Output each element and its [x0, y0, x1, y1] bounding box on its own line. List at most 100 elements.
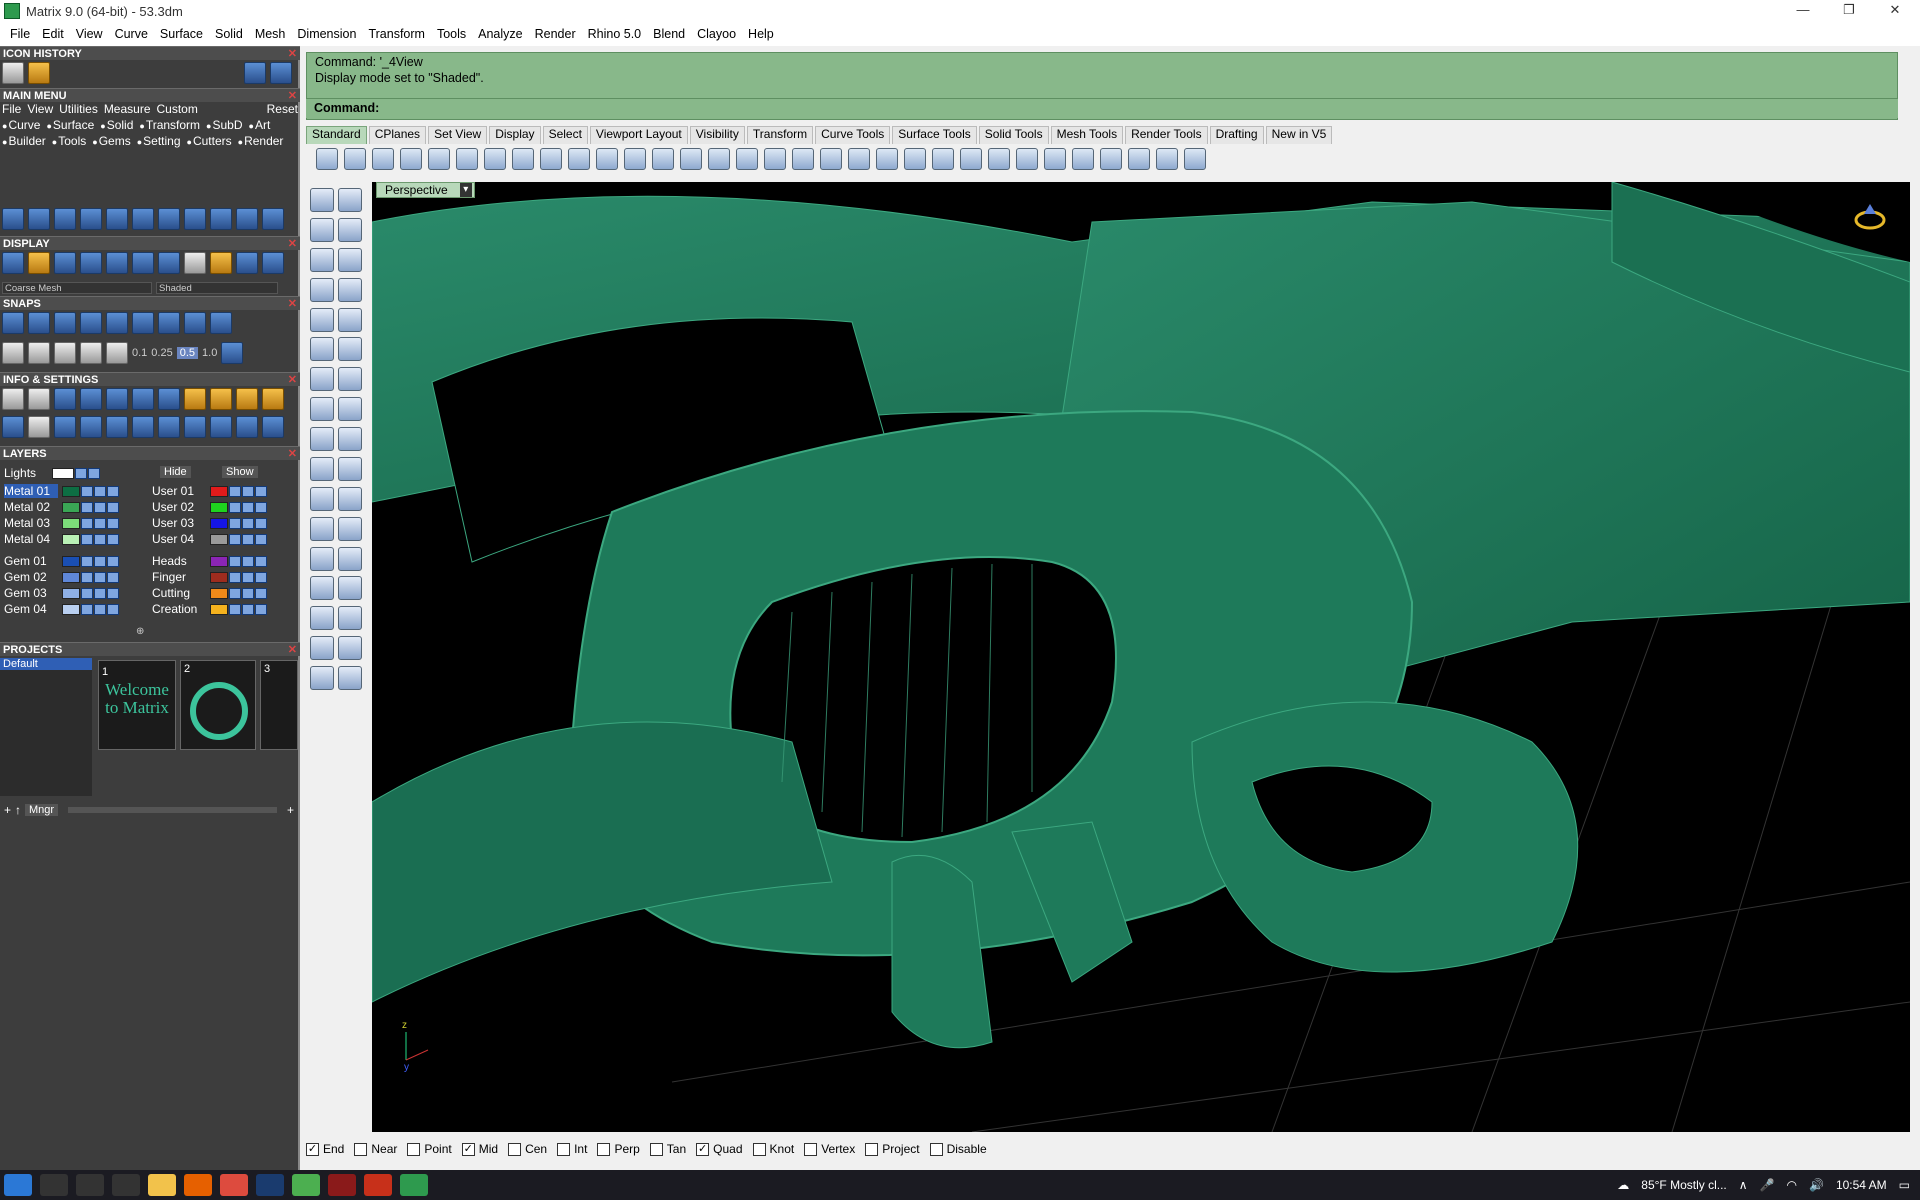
checkbox-icon[interactable]: ✓ [696, 1142, 710, 1156]
layer-row[interactable]: Metal 01 [4, 484, 119, 498]
menu-surface-item[interactable]: Surface [46, 118, 94, 132]
up-project-icon[interactable]: ↑ [15, 803, 21, 817]
spline-icon[interactable] [54, 208, 76, 230]
osnap-cen[interactable]: Cen [508, 1142, 547, 1156]
menu-render-item[interactable]: Render [238, 134, 283, 148]
layer-row[interactable]: User 02 [152, 500, 267, 514]
light-sphere-icon[interactable] [184, 252, 206, 274]
close-icon[interactable]: ✕ [288, 447, 297, 461]
help-icon[interactable] [1184, 148, 1206, 170]
layer-row[interactable]: Heads [152, 554, 267, 568]
expand-icon[interactable]: ⊕ [136, 626, 150, 637]
print-icon[interactable] [400, 148, 422, 170]
close-icon[interactable]: ✕ [1872, 0, 1918, 22]
snap-ortho-icon[interactable] [132, 312, 154, 334]
layer-color-swatch[interactable] [62, 502, 80, 514]
pipe-icon[interactable] [310, 636, 334, 661]
layer-color-swatch[interactable] [62, 572, 80, 584]
snap-cross-icon[interactable] [54, 312, 76, 334]
layer-color-swatch[interactable] [210, 588, 228, 600]
polyline-icon[interactable] [310, 217, 334, 242]
gem-display-icon[interactable] [106, 252, 128, 274]
osnap-project[interactable]: Project [865, 1142, 920, 1156]
layer-select-icon[interactable] [255, 604, 267, 616]
save-icon[interactable] [372, 148, 394, 170]
layer-row[interactable]: Metal 03 [4, 516, 119, 530]
display-settings-icon[interactable] [132, 252, 154, 274]
firefox-icon[interactable] [184, 1174, 212, 1196]
tab-curve-tools[interactable]: Curve Tools [815, 126, 891, 144]
main-menu-reset[interactable]: Reset [267, 102, 298, 116]
close-icon[interactable]: ✕ [288, 297, 297, 311]
named-view-icon[interactable] [236, 416, 258, 438]
layer-color-swatch[interactable] [210, 534, 228, 546]
layer-select-icon[interactable] [255, 502, 267, 514]
checkbox-icon[interactable]: ✓ [461, 1142, 475, 1156]
cylinder-icon[interactable] [310, 397, 334, 422]
blue-sphere-icon[interactable] [1072, 148, 1094, 170]
manager-button[interactable]: Mngr [25, 804, 59, 816]
layer-visible-icon[interactable] [94, 556, 106, 568]
tab-standard[interactable]: Standard [306, 126, 367, 144]
tab-render-tools[interactable]: Render Tools [1125, 126, 1208, 144]
polygon-icon[interactable] [310, 277, 334, 302]
snap-near-icon[interactable] [106, 312, 128, 334]
layer-lock-icon[interactable] [229, 534, 241, 546]
project-thumb-1[interactable]: 1 Welcome to Matrix [98, 660, 176, 750]
project-default[interactable]: Default [0, 658, 92, 670]
rotate-view-icon[interactable] [736, 148, 758, 170]
box-icon[interactable] [310, 367, 334, 392]
render-settings-icon[interactable] [236, 388, 258, 410]
cut-icon[interactable] [456, 148, 478, 170]
snap-center-icon[interactable] [158, 312, 180, 334]
layer-row[interactable]: Metal 04 [4, 532, 119, 546]
projects-scrollbar[interactable] [68, 807, 277, 813]
menu-tools-item[interactable]: Tools [52, 134, 86, 148]
layer-color-swatch[interactable] [210, 604, 228, 616]
settings-icon[interactable] [1128, 148, 1150, 170]
search-icon[interactable] [40, 1174, 68, 1196]
show-button[interactable]: Show [222, 466, 258, 478]
notes-icon[interactable] [158, 416, 180, 438]
menu-file[interactable]: File [4, 27, 36, 41]
environment-icon[interactable] [262, 388, 284, 410]
table-icon[interactable] [338, 606, 362, 631]
layer-row[interactable]: Gem 02 [4, 570, 119, 584]
menu-surface[interactable]: Surface [154, 27, 209, 41]
snap-point-icon[interactable] [80, 312, 102, 334]
layer-visible-icon[interactable] [242, 572, 254, 584]
matrix-icon[interactable] [400, 1174, 428, 1196]
layer-color-swatch[interactable] [62, 556, 80, 568]
arrow-left-icon[interactable] [244, 62, 266, 84]
layer-color-swatch[interactable] [210, 486, 228, 498]
menu-transform[interactable]: Transform [362, 27, 431, 41]
pen-icon[interactable] [54, 342, 76, 364]
lamp-icon[interactable] [1100, 148, 1122, 170]
checkbox-icon[interactable] [407, 1142, 421, 1156]
menu-cutters-item[interactable]: Cutters [187, 134, 232, 148]
mirror-icon[interactable] [338, 486, 362, 511]
layers-icon[interactable] [960, 148, 982, 170]
osnap-end[interactable]: ✓ End [306, 1142, 344, 1156]
lock-icon[interactable] [932, 148, 954, 170]
tab-set-view[interactable]: Set View [428, 126, 488, 144]
osnap-disable[interactable]: Disable [929, 1142, 987, 1156]
shape-icon[interactable] [132, 208, 154, 230]
four-view-icon[interactable] [764, 148, 786, 170]
fillet-icon[interactable] [310, 486, 334, 511]
add-icon[interactable]: + [287, 803, 294, 817]
column-icon[interactable] [80, 208, 102, 230]
select-icon[interactable] [310, 188, 334, 212]
menu-analyze[interactable]: Analyze [472, 27, 528, 41]
tab-surface-tools[interactable]: Surface Tools [892, 126, 977, 144]
layer-visible-icon[interactable] [242, 518, 254, 530]
file-explorer-icon[interactable] [148, 1174, 176, 1196]
main-menu-file[interactable]: File [2, 102, 21, 116]
tab-mesh-tools[interactable]: Mesh Tools [1050, 126, 1124, 144]
sphere-icon[interactable] [80, 252, 102, 274]
menu-subd-item[interactable]: SubD [206, 118, 242, 132]
explode-icon[interactable] [310, 456, 334, 481]
chrome-profile-icon[interactable] [292, 1174, 320, 1196]
tab-solid-tools[interactable]: Solid Tools [978, 126, 1049, 144]
menu-render[interactable]: Render [529, 27, 582, 41]
